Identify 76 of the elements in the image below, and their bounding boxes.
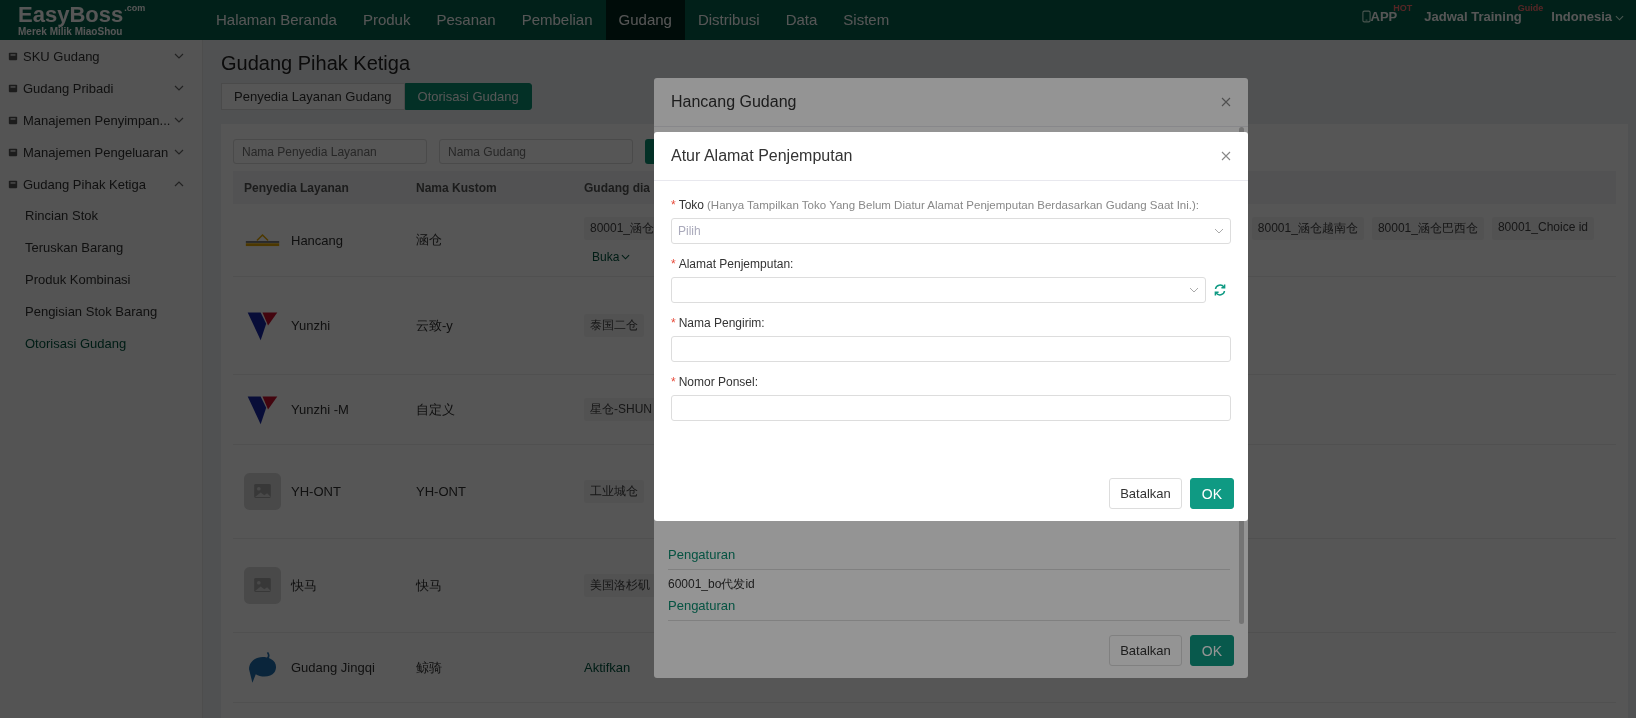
field-hint: (Hanya Tampilkan Toko Yang Belum Diatur Alamat Penjemputan Berdasarkan Gudang Saat Ini.): [707, 198, 1200, 213]
warehouse-tag: 80001_Choice id [1491, 216, 1594, 240]
table-cell: Yunzhi -M [291, 402, 349, 417]
tab[interactable]: Otorisasi Gudang [404, 83, 532, 110]
sidebar-subitem[interactable]: Rincian Stok [0, 200, 202, 232]
brand-logo[interactable]: EasyBoss [18, 3, 124, 26]
language-selector[interactable]: Indonesia [1551, 9, 1612, 24]
table-cell: 涵仓 [416, 231, 442, 249]
warehouse-tag: 美国洛杉矶 [584, 574, 656, 597]
folder-icon [8, 51, 18, 61]
field-label: Alamat Penjemputan: [678, 256, 794, 273]
ok-button[interactable]: OK [1189, 478, 1234, 509]
nav-menu-item[interactable]: Pembelian [508, 0, 606, 40]
sidebar-subitem[interactable]: Teruskan Barang [0, 232, 202, 264]
ok-button[interactable]: OK [1189, 635, 1234, 666]
nav-menu-item[interactable]: Pesanan [423, 0, 509, 40]
required-mark: * [671, 256, 676, 273]
field-label: Nama Pengirim: [678, 315, 765, 332]
warehouse-name: 60001_bo代发id [668, 576, 756, 593]
table-cell: 自定义 [416, 400, 455, 419]
logo-suffix: .com [124, 3, 146, 13]
sidebar-item[interactable]: SKU Gudang [23, 48, 174, 64]
expand-link[interactable]: Buka [592, 249, 620, 264]
select-field[interactable]: Pilih [671, 218, 1231, 244]
nav-menu-item[interactable]: Produk [349, 0, 424, 40]
phone-icon [1361, 10, 1371, 23]
nav-menu-item[interactable]: Sistem [830, 0, 903, 40]
image-placeholder-icon [244, 567, 281, 604]
table-cell: Yunzhi [291, 318, 331, 333]
settings-link[interactable]: Pengaturan [668, 598, 1230, 613]
folder-icon [8, 179, 18, 189]
folder-icon [8, 115, 18, 125]
required-mark: * [671, 315, 676, 332]
table-cell: 鲸骑 [416, 658, 442, 677]
sidebar-subitem[interactable]: Pengisian Stok Barang [0, 296, 202, 328]
close-icon[interactable] [1221, 151, 1231, 161]
table-cell: YH-ONT [291, 484, 341, 499]
chevron-down-icon [1189, 287, 1199, 293]
sidebar-subitem[interactable]: Produk Kombinasi [0, 264, 202, 296]
tab[interactable]: Penyedia Layanan Gudang [221, 83, 405, 110]
table-cell: 快马 [416, 576, 442, 595]
brand-tagline: Merek Milik MiaoShou [18, 26, 124, 37]
sidebar-item[interactable]: Manajemen Penyimpan... [23, 112, 174, 128]
folder-icon [8, 147, 18, 157]
cancel-button[interactable]: Batalkan [1109, 478, 1182, 509]
sidebar-item[interactable]: Gudang Pihak Ketiga [23, 176, 174, 192]
dialog-title: Atur Alamat Penjemputan [671, 147, 853, 165]
image-placeholder-icon [244, 473, 281, 510]
text-field[interactable] [671, 395, 1231, 421]
text-field[interactable] [671, 336, 1231, 362]
nav-menu-item[interactable]: Data [772, 0, 831, 40]
caret-icon [1615, 15, 1624, 21]
required-mark: * [671, 197, 676, 214]
sidebar-item[interactable]: Gudang Pribadi [23, 80, 174, 96]
table-cell: 快马 [291, 576, 317, 595]
refresh-icon[interactable] [1213, 283, 1227, 297]
page-title: Gudang Pihak Ketiga [221, 52, 412, 75]
nav-menu-item[interactable]: Gudang [605, 0, 685, 40]
table-cell: Gudang Jingqi [291, 660, 375, 675]
field-label: Toko [678, 197, 705, 214]
chevron-down-icon [1214, 228, 1224, 234]
select-field[interactable] [671, 277, 1206, 303]
required-mark: * [671, 374, 676, 391]
sidebar-item[interactable]: Manajemen Pengeluaran [23, 144, 174, 160]
table-cell: Hancang [291, 232, 344, 248]
table-cell: YH-ONT [416, 484, 466, 499]
settings-link[interactable]: Pengaturan [668, 547, 1230, 562]
nav-menu-item[interactable]: Halaman Beranda [203, 0, 350, 40]
close-icon[interactable] [1221, 97, 1231, 107]
dialog-title: Hancang Gudang [671, 93, 797, 111]
folder-icon [8, 83, 18, 93]
sidebar-subitem[interactable]: Otorisasi Gudang [0, 328, 202, 360]
field-label: Nomor Ponsel: [678, 374, 759, 391]
chevron-down-icon [621, 253, 631, 260]
cancel-button[interactable]: Batalkan [1109, 635, 1182, 666]
table-cell: 云致-y [416, 316, 453, 335]
